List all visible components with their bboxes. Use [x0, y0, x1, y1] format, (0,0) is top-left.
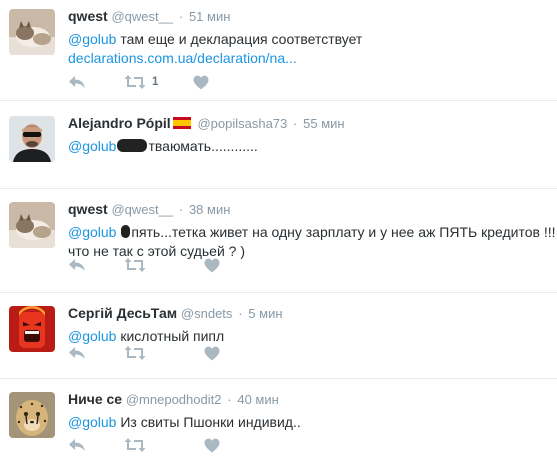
tweet-text-line: тваюмать............ — [148, 138, 258, 154]
avatar[interactable] — [9, 202, 55, 248]
mention-link[interactable]: @golub — [68, 224, 116, 240]
tweet-text: @golub кислотный пипл — [68, 327, 549, 346]
tweet-header: Сергій ДесьТам @sndets · 5 мин — [68, 305, 549, 322]
retweet-count: 1 — [152, 76, 159, 88]
timestamp[interactable]: 40 мин — [237, 392, 278, 407]
cat-photo-icon — [9, 9, 55, 55]
retweet-icon — [124, 437, 146, 453]
retweet-button[interactable]: 1 — [124, 74, 158, 90]
reply-icon — [68, 346, 86, 360]
anger-character-icon — [9, 306, 55, 352]
like-button[interactable] — [204, 346, 220, 361]
tweet-header: qwest @qwest__ · 51 мин — [68, 8, 549, 25]
tweet-feed: qwest @qwest__ · 51 мин @golub там еще и… — [0, 0, 557, 469]
reply-button[interactable] — [68, 346, 86, 360]
tweet-actions — [68, 437, 258, 453]
mention-link[interactable]: @golub — [68, 138, 116, 154]
reply-icon — [68, 438, 86, 452]
reply-button[interactable] — [68, 438, 86, 452]
reply-icon — [68, 258, 86, 272]
retweet-button[interactable] — [124, 437, 146, 453]
avatar[interactable] — [9, 116, 55, 162]
tweet-header: Ниче се @mnepodhodit2 · 40 мин — [68, 391, 549, 408]
user-handle[interactable]: @sndets — [181, 306, 233, 321]
user-handle[interactable]: @qwest__ — [111, 202, 173, 217]
heart-icon — [204, 258, 220, 273]
like-button[interactable] — [204, 438, 220, 453]
redaction-mark — [121, 225, 131, 238]
timestamp[interactable]: 5 мин — [248, 306, 282, 321]
retweet-icon — [124, 74, 146, 90]
mention-link[interactable]: @golub — [68, 414, 116, 430]
tweet-text-line: пять...тетка живет на одну зарплату и у … — [131, 224, 556, 240]
avatar[interactable] — [9, 9, 55, 55]
tweet-actions: 1 — [68, 74, 247, 90]
tweet[interactable]: qwest @qwest__ · 51 мин @golub там еще и… — [0, 0, 557, 101]
reply-icon — [68, 75, 86, 89]
mention-link[interactable]: @golub — [68, 328, 116, 344]
like-button[interactable] — [193, 75, 209, 90]
tweet[interactable]: qwest @qwest__ · 38 мин @golub пять...те… — [0, 189, 557, 293]
tweet-header: Alejandro Pópil @popilsasha73 · 55 мин — [68, 115, 549, 132]
tweet[interactable]: Сергій ДесьТам @sndets · 5 мин @golub ки… — [0, 293, 557, 379]
timestamp[interactable]: 55 мин — [303, 116, 344, 131]
avatar[interactable] — [9, 392, 55, 438]
avatar[interactable] — [9, 306, 55, 352]
redaction-mark — [117, 139, 148, 152]
user-handle[interactable]: @qwest__ — [111, 9, 173, 24]
mention-link[interactable]: @golub — [68, 31, 116, 47]
tweet-text-line: Из свиты Пшонки индивид.. — [116, 414, 301, 430]
user-handle[interactable]: @mnepodhodit2 — [126, 392, 222, 407]
separator: · — [178, 9, 184, 24]
user-handle[interactable]: @popilsasha73 — [197, 116, 287, 131]
heart-icon — [204, 438, 220, 453]
man-photo-icon — [9, 116, 55, 162]
heart-icon — [193, 75, 209, 90]
separator: · — [178, 202, 184, 217]
tweet-text: @golub пять...тетка живет на одну зарпла… — [68, 223, 556, 261]
cat-photo-icon — [9, 202, 55, 248]
url-link[interactable]: declarations.com.ua/declaration/na... — [68, 50, 297, 66]
like-button[interactable] — [204, 258, 220, 273]
retweet-button[interactable] — [124, 257, 146, 273]
user-name[interactable]: qwest — [68, 8, 108, 24]
separator: · — [238, 306, 243, 321]
retweet-icon — [124, 257, 146, 273]
tweet-text: @golub тваюмать............ — [68, 137, 549, 156]
tweet-text: @golub там еще и декларация соответствуе… — [68, 30, 549, 68]
tweet-actions — [68, 257, 258, 273]
tweet-text: @golub Из свиты Пшонки индивид.. — [68, 413, 549, 432]
timestamp[interactable]: 51 мин — [189, 9, 230, 24]
cheetah-photo-icon — [9, 392, 55, 438]
retweet-icon — [124, 345, 146, 361]
separator: · — [293, 116, 298, 131]
tweet-header: qwest @qwest__ · 38 мин — [68, 201, 549, 218]
spain-flag-icon — [172, 117, 191, 129]
separator: · — [227, 392, 232, 407]
tweet-text-line: там еще и декларация соответствует — [116, 31, 363, 47]
retweet-button[interactable] — [124, 345, 146, 361]
reply-button[interactable] — [68, 258, 86, 272]
user-name[interactable]: Alejandro Pópil — [68, 115, 171, 131]
heart-icon — [204, 346, 220, 361]
timestamp[interactable]: 38 мин — [189, 202, 230, 217]
user-name[interactable]: Сергій ДесьТам — [68, 305, 177, 321]
tweet-actions — [68, 345, 258, 361]
user-name[interactable]: Ниче се — [68, 391, 122, 407]
tweet[interactable]: Alejandro Pópil @popilsasha73 · 55 мин @… — [0, 101, 557, 189]
reply-button[interactable] — [68, 75, 86, 89]
tweet-text-line: кислотный пипл — [116, 328, 225, 344]
tweet[interactable]: Ниче се @mnepodhodit2 · 40 мин @golub Из… — [0, 379, 557, 469]
user-name[interactable]: qwest — [68, 201, 108, 217]
